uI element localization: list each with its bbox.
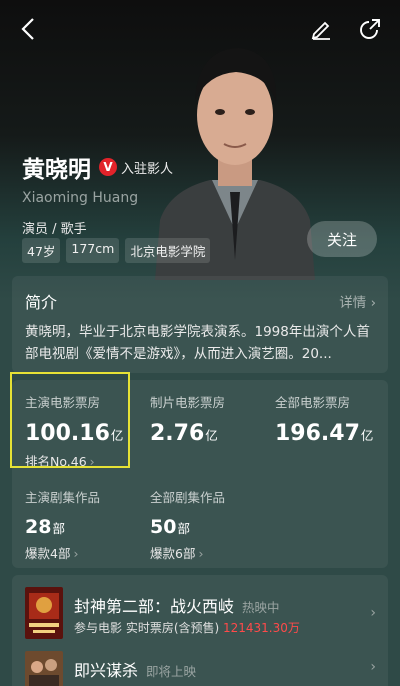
detail-label: 详情 (339, 295, 367, 311)
verified-icon: V (99, 158, 117, 176)
work-title: 封神第二部：战火西岐 热映中 (74, 593, 280, 617)
work-box-office: 121431.30万 (223, 621, 300, 635)
tag-school: 北京电影学院 (125, 238, 211, 263)
stat-hits[interactable]: 爆款4部 › (25, 543, 100, 562)
stat-label: 全部电影票房 (275, 395, 351, 410)
hits-text: 爆款6部 (150, 546, 196, 561)
work-meta: 参与电影 实时票房(含预售) 121431.30万 (74, 619, 300, 636)
stat-hits[interactable]: 爆款6部 › (150, 543, 225, 562)
stat-value: 196.47亿 (275, 421, 373, 446)
intro-detail-link[interactable]: 详情 › (339, 291, 376, 311)
chevron-right-icon: › (370, 295, 376, 311)
chevron-right-icon: › (370, 605, 376, 621)
chevron-right-icon: › (73, 546, 79, 561)
intro-card[interactable]: 简介 详情 › 黄晓明，毕业于北京电影学院表演系。1998年出演个人首部电视剧《… (12, 276, 388, 373)
stat-total-box-office[interactable]: 全部电影票房 196.47亿 (275, 392, 373, 446)
work-poster-image (25, 587, 63, 639)
chevron-right-icon: › (198, 546, 204, 561)
stat-number: 28 (25, 516, 52, 538)
stat-label: 主演剧集作品 (25, 490, 101, 505)
stat-unit: 亿 (205, 428, 218, 443)
stat-value: 50部 (150, 516, 225, 538)
stat-value: 2.76亿 (150, 421, 225, 446)
stat-unit: 亿 (360, 428, 374, 443)
tag-height: 177cm (66, 238, 120, 263)
work-title-text: 封神第二部：战火西岐 (74, 597, 235, 616)
follow-button[interactable]: 关注 (307, 221, 377, 257)
works-card: 封神第二部：战火西岐 热映中 参与电影 实时票房(含预售) 121431.30万 … (12, 575, 388, 686)
stat-lead-series[interactable]: 主演剧集作品 28部 爆款4部 › (25, 487, 100, 562)
back-arrow-icon[interactable] (14, 14, 44, 44)
stat-producer-box-office[interactable]: 制片电影票房 2.76亿 (150, 392, 225, 446)
stat-unit: 部 (177, 521, 190, 536)
intro-title: 简介 (25, 293, 58, 312)
tag-age: 47岁 (22, 238, 61, 263)
stat-number: 50 (150, 516, 177, 538)
actor-name: 黄晓明 V 入驻影人 (22, 150, 173, 184)
pencil-icon[interactable] (306, 14, 336, 44)
profile-name-block: 黄晓明 V 入驻影人 Xiaoming Huang (22, 150, 173, 206)
work-item[interactable]: 封神第二部：战火西岐 热映中 参与电影 实时票房(含预售) 121431.30万 … (12, 587, 388, 643)
intro-text: 黄晓明，毕业于北京电影学院表演系。1998年出演个人首部电视剧《爱情不是游戏》，… (25, 324, 370, 362)
work-poster-image (25, 651, 63, 686)
chevron-right-icon: › (370, 659, 376, 675)
work-status: 热映中 (242, 600, 280, 615)
work-meta-label: 参与电影 实时票房(含预售) (74, 621, 223, 635)
work-item[interactable]: 即兴谋杀 即将上映 › (12, 651, 388, 686)
highlight-box (10, 372, 130, 468)
work-title: 即兴谋杀 即将上映 (74, 657, 196, 681)
share-icon[interactable] (355, 14, 385, 44)
hits-text: 爆款4部 (25, 546, 71, 561)
top-bar (0, 0, 400, 60)
stat-value: 28部 (25, 516, 100, 538)
hero-header: 黄晓明 V 入驻影人 Xiaoming Huang 演员 / 歌手 47岁 17… (0, 0, 400, 300)
work-title-text: 即兴谋杀 (74, 661, 139, 680)
actor-name-text: 黄晓明 (22, 157, 91, 183)
work-status: 即将上映 (146, 664, 197, 679)
stat-number: 196.47 (275, 421, 360, 446)
verified-label: 入驻影人 (121, 161, 174, 177)
actor-roles: 演员 / 歌手 (22, 222, 87, 237)
stat-number: 2.76 (150, 421, 205, 446)
stat-label: 制片电影票房 (150, 395, 226, 410)
profile-tags: 47岁 177cm 北京电影学院 (22, 238, 211, 263)
stat-label: 全部剧集作品 (150, 490, 226, 505)
stat-unit: 部 (52, 521, 65, 536)
actor-pinyin: Xiaoming Huang (22, 190, 139, 206)
stat-all-series[interactable]: 全部剧集作品 50部 爆款6部 › (150, 487, 225, 562)
